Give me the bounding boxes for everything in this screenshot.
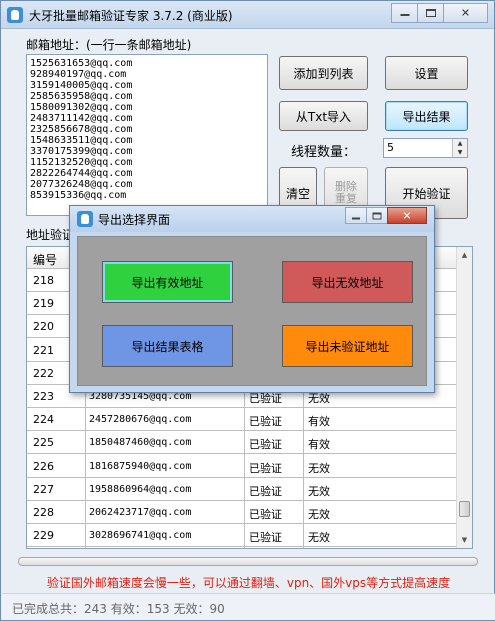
cell-status: 已验证 — [249, 461, 282, 475]
scroll-up-icon[interactable]: ▲ — [457, 247, 472, 263]
maximize-button[interactable] — [417, 3, 444, 23]
cell-id: 219 — [33, 297, 54, 311]
cell-result: 无效 — [308, 508, 330, 521]
export-results-button[interactable]: 导出结果 — [385, 101, 468, 131]
maximize-icon — [372, 212, 382, 219]
dialog-title: 导出选择界面 — [98, 213, 171, 227]
table-row[interactable]: 224 2457280676@qq.com 已验证 有效 — [27, 408, 457, 432]
cell-result: 无效 — [308, 531, 330, 545]
table-row[interactable]: 225 1850487460@qq.com 已验证 有效 — [27, 431, 457, 455]
cell-result: 有效 — [308, 438, 330, 452]
minimize-button[interactable] — [391, 3, 418, 23]
email-line: 2483711142@qq.com — [30, 113, 133, 124]
cell-result: 无效 — [308, 484, 330, 498]
export-valid-button[interactable]: 导出有效地址 — [102, 261, 233, 303]
table-row[interactable]: 226 1816875940@qq.com 已验证 无效 — [27, 455, 457, 478]
dialog-close-button[interactable]: ✕ — [387, 207, 427, 224]
minimize-icon — [352, 212, 360, 219]
dialog-body: 导出有效地址 导出无效地址 导出结果表格 导出未验证地址 — [77, 236, 427, 386]
column-header-id[interactable]: 编号 — [33, 251, 57, 268]
cell-email: 1958860964@qq.com — [89, 483, 192, 495]
window-controls: ✕ — [391, 3, 488, 23]
cell-email: 3028696741@qq.com — [89, 530, 192, 542]
cell-status: 已验证 — [249, 415, 282, 429]
cell-id: 228 — [33, 506, 54, 519]
tooth-app-icon — [7, 7, 23, 23]
maximize-icon — [425, 9, 436, 17]
email-line: 853915336@qq.com — [30, 190, 127, 201]
cell-email: 2457280676@qq.com — [89, 414, 192, 426]
add-to-list-button[interactable]: 添加到列表 — [279, 56, 368, 90]
cell-result: 无效 — [308, 461, 330, 475]
vertical-scrollbar[interactable]: ▲ ▼ — [456, 247, 472, 548]
spin-up-icon[interactable]: ▲ — [453, 139, 467, 148]
thread-count-value: 5 — [387, 141, 394, 154]
email-line: 928940197@qq.com — [30, 69, 127, 80]
cell-id: 227 — [33, 482, 54, 496]
email-line: 2585635958@qq.com — [30, 91, 133, 102]
email-line: 2822264744@qq.com — [30, 168, 133, 179]
email-line: 2325856678@qq.com — [30, 124, 133, 135]
email-line: 3159140005@qq.com — [30, 80, 133, 91]
table-row[interactable]: 227 1958860964@qq.com 已验证 无效 — [27, 478, 457, 501]
export-invalid-button[interactable]: 导出无效地址 — [282, 261, 413, 303]
thread-count-spinner[interactable]: 5 ▲ ▼ — [383, 138, 468, 158]
cell-id: 225 — [33, 436, 54, 450]
cell-id: 221 — [33, 343, 54, 357]
cell-status: 已验证 — [249, 508, 282, 521]
dialog-maximize-button[interactable] — [366, 207, 388, 224]
email-line: 1152132520@qq.com — [30, 157, 133, 168]
speed-notice: 验证国外邮箱速度会慢一些，可以通过翻墙、vpn、国外vps等方式提高速度 — [46, 576, 451, 590]
close-icon: ✕ — [402, 209, 412, 222]
cell-status: 已验证 — [249, 484, 282, 498]
cell-status: 已验证 — [249, 438, 282, 452]
dialog-minimize-button[interactable] — [345, 207, 367, 224]
import-txt-button[interactable]: 从Txt导入 — [279, 101, 368, 131]
close-button[interactable]: ✕ — [443, 3, 488, 23]
cell-email: 1850487460@qq.com — [89, 437, 192, 449]
spin-down-icon[interactable]: ▼ — [453, 148, 467, 157]
thread-count-label: 线程数量： — [291, 145, 357, 160]
email-line: 1548633511@qq.com — [30, 135, 133, 146]
spinner-arrows[interactable]: ▲ ▼ — [452, 139, 467, 157]
cell-status: 已验证 — [249, 531, 282, 545]
scroll-thumb[interactable] — [459, 501, 470, 517]
email-line: 1580091302@qq.com — [30, 102, 133, 113]
cell-id: 223 — [33, 390, 54, 403]
dialog-title-bar: 导出选择界面 ✕ — [70, 206, 434, 232]
scroll-down-icon[interactable]: ▼ — [457, 532, 472, 548]
close-icon: ✕ — [460, 6, 471, 20]
cell-result: 有效 — [308, 415, 330, 429]
cell-id: 229 — [33, 529, 54, 543]
window-title: 大牙批量邮箱验证专家 3.7.2 (商业版) — [29, 9, 233, 23]
cell-id: 222 — [33, 366, 54, 380]
cell-id: 218 — [33, 274, 54, 287]
minimize-icon — [400, 10, 409, 16]
table-row[interactable]: 229 3028696741@qq.com 已验证 无效 — [27, 524, 457, 548]
cell-id: 224 — [33, 413, 54, 427]
results-section-label: 地址验证 — [26, 228, 75, 242]
export-dialog: 导出选择界面 ✕ 导出有效地址 导出无效地址 导出结果表格 导出未验证地址 — [69, 205, 435, 393]
progress-bar — [18, 557, 478, 566]
mail-input-label: 邮箱地址：(一行一条邮箱地址) — [26, 38, 192, 52]
cell-email: 1816875940@qq.com — [89, 460, 192, 472]
cell-id: 220 — [33, 320, 54, 334]
status-summary: 已完成总共：243 有效：153 无效：90 — [12, 602, 225, 616]
tooth-app-icon — [77, 211, 93, 227]
export-unverified-button[interactable]: 导出未验证地址 — [282, 325, 413, 367]
cell-email: 2062423717@qq.com — [89, 507, 192, 518]
settings-button[interactable]: 设置 — [385, 56, 468, 90]
email-line: 3370175399@qq.com — [30, 146, 133, 157]
table-row[interactable]: 228 2062423717@qq.com 已验证 无效 — [27, 501, 457, 524]
email-line: 1525631653@qq.com — [30, 58, 133, 69]
email-line: 2077326248@qq.com — [30, 179, 133, 190]
cell-id: 226 — [33, 459, 54, 473]
export-table-button[interactable]: 导出结果表格 — [102, 325, 233, 367]
dialog-window-controls: ✕ — [345, 207, 427, 224]
email-list-textarea[interactable]: 1525631653@qq.com 928940197@qq.com 3159140… — [26, 54, 268, 216]
title-bar: 大牙批量邮箱验证专家 3.7.2 (商业版) ✕ — [1, 1, 494, 29]
status-bar: 已完成总共：243 有效：153 无效：90 — [2, 593, 495, 620]
